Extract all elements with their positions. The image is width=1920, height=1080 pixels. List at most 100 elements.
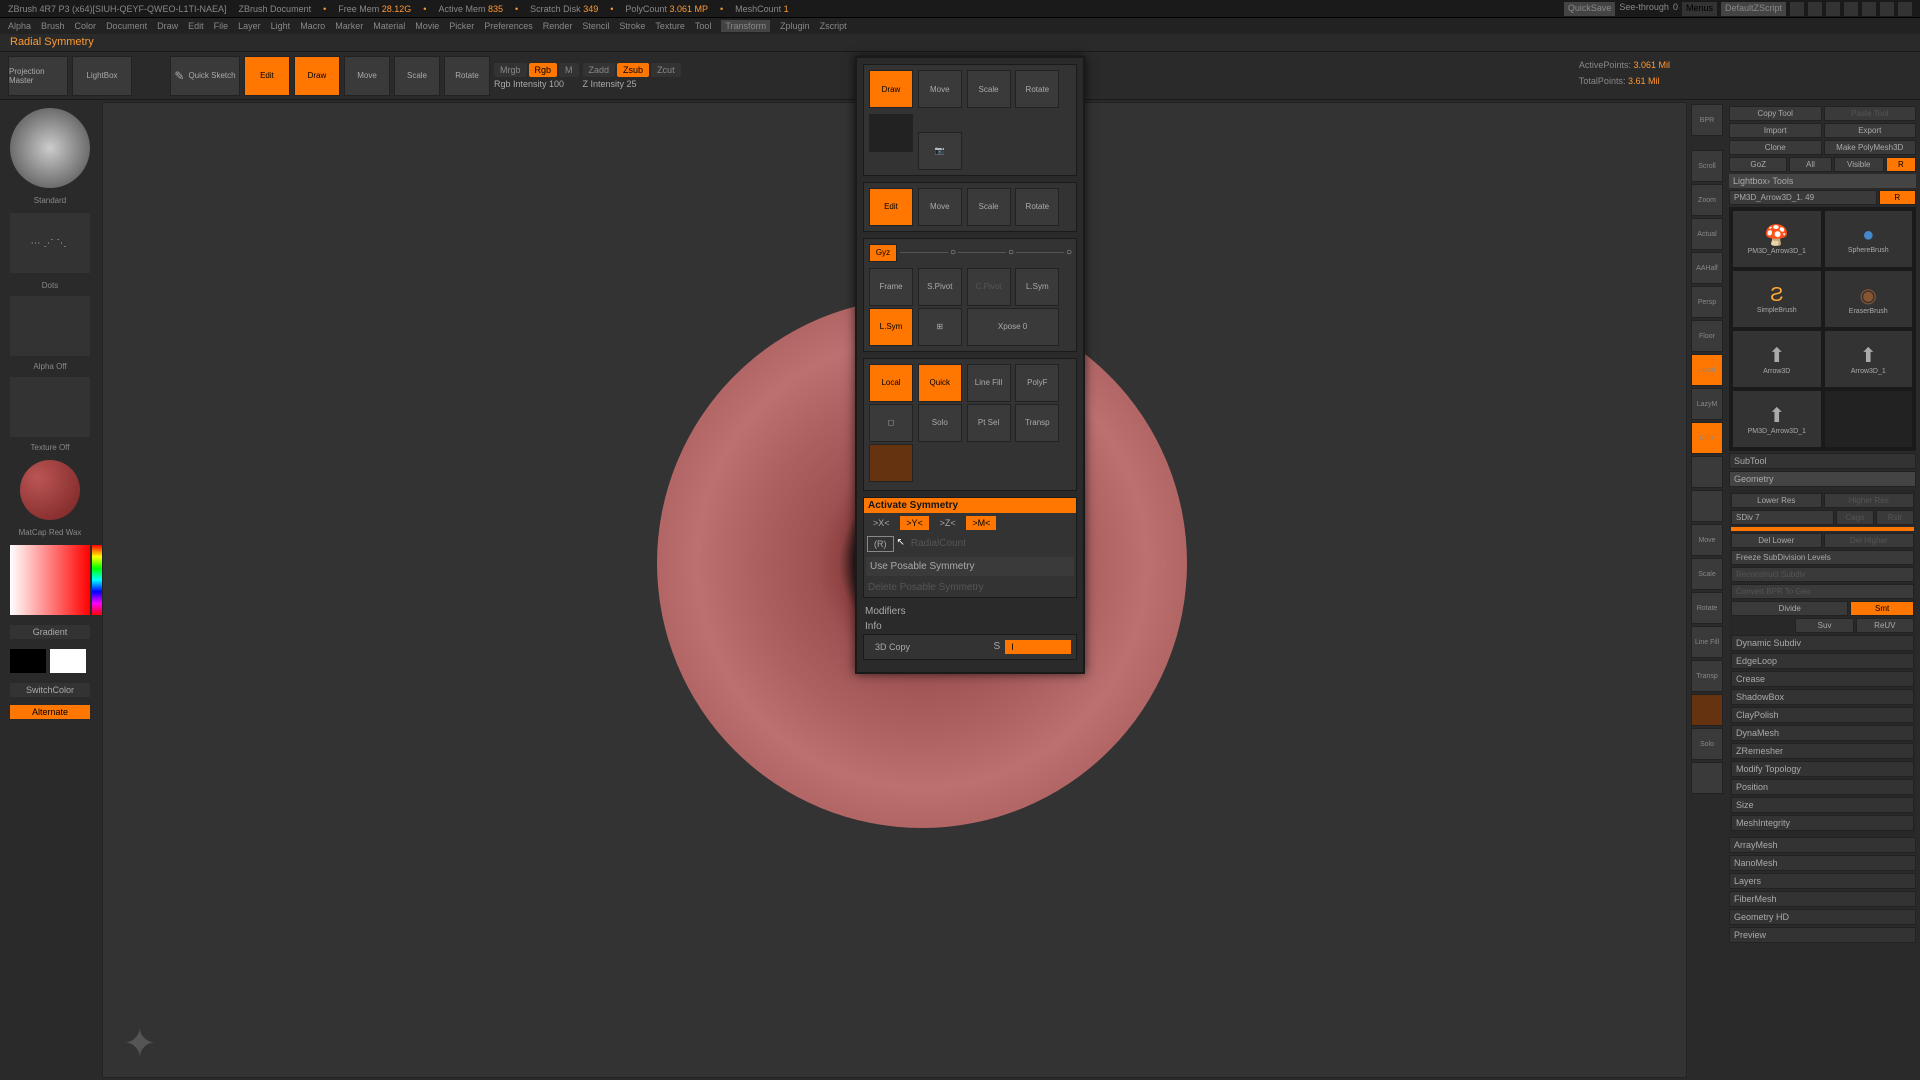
zoom-button[interactable]: Zoom [1691, 184, 1723, 216]
zadd-button[interactable]: Zadd [583, 63, 616, 77]
scale-button[interactable]: Scale [1691, 558, 1723, 590]
menu-transform[interactable]: Transform [721, 20, 770, 32]
menu-render[interactable]: Render [543, 21, 573, 31]
modify-topology-section[interactable]: Modify Topology [1731, 761, 1914, 777]
fibermesh-section[interactable]: FiberMesh [1729, 891, 1916, 907]
layers-section[interactable]: Layers [1729, 873, 1916, 889]
material-preview[interactable] [20, 460, 80, 520]
nanomesh-section[interactable]: NanoMesh [1729, 855, 1916, 871]
position-section[interactable]: Position [1731, 779, 1914, 795]
color-picker[interactable] [10, 545, 90, 615]
menu-alpha[interactable]: Alpha [8, 21, 31, 31]
edit-button[interactable]: Edit [244, 56, 290, 96]
cpivot-button[interactable]: C.Pivot [967, 268, 1011, 306]
z-symmetry-button[interactable]: >Z< [934, 516, 962, 530]
r-button[interactable]: R [1886, 157, 1916, 172]
lsym-button[interactable]: L.Sym [1015, 268, 1059, 306]
geometryhd-section[interactable]: Geometry HD [1729, 909, 1916, 925]
move-button[interactable]: Move [1691, 524, 1723, 556]
aahalf-button[interactable]: AAHalf [1691, 252, 1723, 284]
paste-tool-button[interactable]: Paste Tool [1824, 106, 1917, 121]
smt-button[interactable]: Smt [1850, 601, 1914, 616]
all-button[interactable]: All [1789, 157, 1831, 172]
info-section[interactable]: Info [863, 619, 1077, 634]
alpha-preview[interactable] [10, 296, 90, 356]
menu-material[interactable]: Material [373, 21, 405, 31]
r-toggle[interactable]: R [1879, 190, 1917, 205]
goz-button[interactable]: GoZ [1729, 157, 1787, 172]
freeze-button[interactable]: Freeze SubDivision Levels [1731, 550, 1914, 565]
del-higher-button[interactable]: Del Higher [1824, 533, 1915, 548]
i-button[interactable]: I [1005, 640, 1071, 654]
activate-symmetry-header[interactable]: Activate Symmetry [864, 498, 1076, 513]
radialcount-label[interactable]: RadialCount [911, 538, 966, 549]
stroke-preview[interactable]: ⋯⋰⋱ [10, 213, 90, 273]
solo-button[interactable]: Solo [918, 404, 962, 442]
gradient-button[interactable]: Gradient [10, 625, 90, 639]
export-button[interactable]: Export [1824, 123, 1917, 138]
switchcolor-button[interactable]: SwitchColor [10, 683, 90, 697]
rgb-button[interactable]: Rgb [529, 63, 558, 77]
menu-macro[interactable]: Macro [300, 21, 325, 31]
zsub-button[interactable]: Zsub [617, 63, 649, 77]
menu-tool[interactable]: Tool [695, 21, 712, 31]
tool-item[interactable]: 🍄PM3D_Arrow3D_1 [1733, 211, 1821, 267]
z-intensity[interactable]: Z Intensity 25 [583, 79, 681, 89]
popup-edit-button[interactable]: Edit [869, 188, 913, 226]
maximize-icon[interactable] [1880, 2, 1894, 16]
transp-button[interactable]: Transp [1015, 404, 1059, 442]
quicksketch-button[interactable]: ✎Quick Sketch [170, 56, 240, 96]
lsym2-button[interactable]: L.Sym [869, 308, 913, 346]
popup-draw-button[interactable]: Draw [869, 70, 913, 108]
popup-rotate-button[interactable]: Rotate [1015, 70, 1059, 108]
zcut-button[interactable]: Zcut [651, 63, 681, 77]
menu-draw[interactable]: Draw [157, 21, 178, 31]
blank-button[interactable] [1691, 456, 1723, 488]
m-symmetry-button[interactable]: >M< [966, 516, 996, 530]
tool-item[interactable]: ◉EraserBrush [1825, 271, 1913, 327]
default-script[interactable]: DefaultZScript [1721, 2, 1786, 16]
arraymesh-section[interactable]: ArrayMesh [1729, 837, 1916, 853]
quicksave-button[interactable]: QuickSave [1564, 2, 1616, 16]
menu-edit[interactable]: Edit [188, 21, 204, 31]
popup-snapshot-button[interactable]: 📷 [918, 132, 962, 170]
box-button[interactable]: ◻ [869, 404, 913, 442]
reuv-button[interactable]: ReUV [1856, 618, 1914, 633]
lightbox-button[interactable]: LightBox [72, 56, 132, 96]
popup-rotate2-button[interactable]: Rotate [1015, 188, 1059, 226]
copy-tool-button[interactable]: Copy Tool [1729, 106, 1822, 121]
hue-bar[interactable] [92, 545, 102, 615]
tool-item[interactable]: ●SphereBrush [1825, 211, 1913, 267]
menu-layer[interactable]: Layer [238, 21, 261, 31]
menu-document[interactable]: Document [106, 21, 147, 31]
menu-stencil[interactable]: Stencil [582, 21, 609, 31]
lazymouse-button[interactable]: LazyM [1691, 388, 1723, 420]
zremesher-section[interactable]: ZRemesher [1731, 743, 1914, 759]
projection-master-button[interactable]: Projection Master [8, 56, 68, 96]
minimize-icon[interactable] [1862, 2, 1876, 16]
claypolish-section[interactable]: ClayPolish [1731, 707, 1914, 723]
alternate-button[interactable]: Alternate [10, 705, 90, 719]
radial-button[interactable]: (R) [867, 536, 894, 552]
menu-zscript[interactable]: Zscript [820, 21, 847, 31]
swatch-white[interactable] [50, 649, 86, 673]
m-button[interactable]: M [559, 63, 579, 77]
edgeloop-section[interactable]: EdgeLoop [1731, 653, 1914, 669]
rotate-button[interactable]: Rotate [444, 56, 490, 96]
import-button[interactable]: Import [1729, 123, 1822, 138]
preview-section[interactable]: Preview [1729, 927, 1916, 943]
scale-button[interactable]: Scale [394, 56, 440, 96]
xpose-button[interactable] [1691, 762, 1723, 794]
reconstruct-button[interactable]: Reconstruct Subdiv [1731, 567, 1914, 582]
make-polymesh-button[interactable]: Make PolyMesh3D [1824, 140, 1917, 155]
xpose-slider[interactable]: Xpose 0 [967, 308, 1059, 346]
transp-button[interactable]: Transp [1691, 660, 1723, 692]
use-posable-button[interactable]: Use Posable Symmetry [866, 557, 1074, 576]
menu-brush[interactable]: Brush [41, 21, 65, 31]
close-icon[interactable] [1898, 2, 1912, 16]
ptsel-button[interactable]: Pt Sel [967, 404, 1011, 442]
persp-button[interactable]: Persp [1691, 286, 1723, 318]
scroll-button[interactable]: Scroll [1691, 150, 1723, 182]
rotate-button[interactable]: Rotate [1691, 592, 1723, 624]
local-button[interactable]: Local [1691, 354, 1723, 386]
